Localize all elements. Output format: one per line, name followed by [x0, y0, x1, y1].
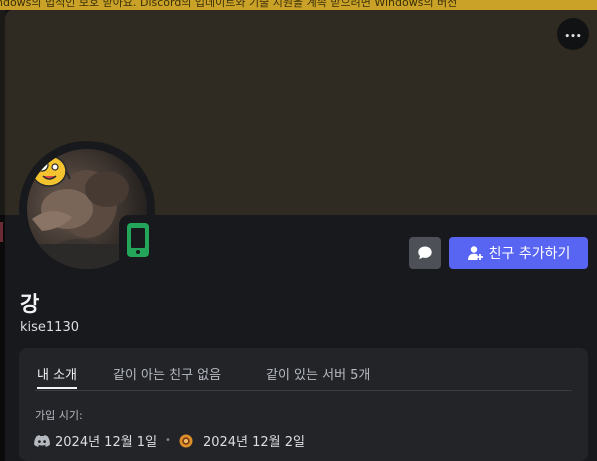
display-name: 강	[20, 292, 40, 316]
update-notice-bar: ndows의 법적인 보호 받아요. Discord의 업데이트와 기술 지원을…	[0, 0, 597, 10]
discord-join-date: 2024년 12월 1일	[55, 435, 158, 450]
profile-info-card: 내 소개 같이 아는 친구 없음 같이 있는 서버 5개 가입 시기: 2024…	[19, 348, 588, 461]
member-since-label: 가입 시기:	[35, 409, 83, 422]
add-friend-button[interactable]: 친구 추가하기	[449, 237, 588, 269]
add-friend-label: 친구 추가하기	[488, 246, 571, 262]
tab-about-me[interactable]: 내 소개	[37, 364, 78, 389]
send-message-button[interactable]	[409, 237, 441, 269]
more-options-button[interactable]: •••	[557, 18, 589, 50]
mobile-status-icon	[127, 223, 149, 257]
background-edge-accent	[0, 222, 3, 242]
server-join-date: 2024년 12월 2일	[202, 435, 305, 450]
avatar-decoration-emoji-icon	[27, 155, 71, 187]
date-separator: •	[165, 435, 171, 446]
chat-bubble-icon	[418, 246, 432, 260]
profile-tabs: 내 소개 같이 아는 친구 없음 같이 있는 서버 5개	[35, 364, 572, 391]
ellipsis-icon: •••	[564, 32, 582, 42]
tab-mutual-friends[interactable]: 같이 아는 친구 없음	[113, 364, 221, 389]
status-indicator	[119, 215, 163, 267]
avatar-container[interactable]	[19, 141, 163, 277]
discord-icon	[34, 434, 50, 447]
server-icon	[179, 434, 193, 447]
update-notice-text: ndows의 법적인 보호 받아요. Discord의 업데이트와 기술 지원을…	[0, 0, 458, 9]
add-friend-icon	[467, 246, 483, 260]
user-profile-modal: ••• 친구 추가하기 강 kise1130 내 소개 같이 아는 친구 없음 …	[5, 10, 597, 461]
member-since-row: 2024년 12월 1일 • 2024년 12월 2일	[34, 431, 305, 450]
tab-mutual-servers[interactable]: 같이 있는 서버 5개	[266, 364, 370, 389]
username: kise1130	[20, 320, 79, 335]
